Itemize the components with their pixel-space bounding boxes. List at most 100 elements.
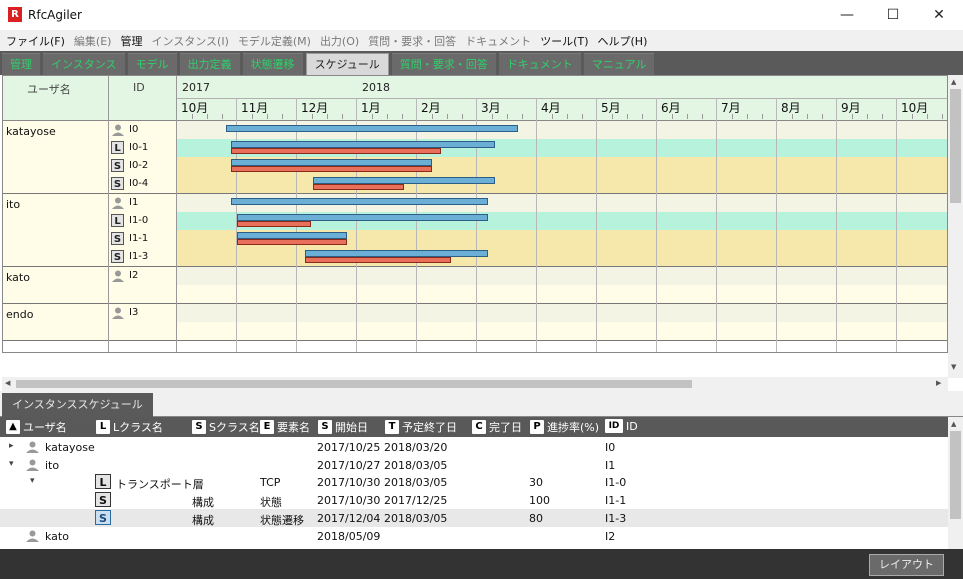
week-tick [732,114,733,119]
grid-row[interactable]: kato 2018/05/09 I2 [0,527,948,545]
grid-header: ▲ ユーザ名 L Lクラス名 S Sクラス名 E 要素名 S 開始日 T 予定終了日 C 完了日 P 進捗率(… [0,417,948,437]
actual-bar[interactable] [237,221,312,227]
actual-bar[interactable] [313,184,404,190]
grid-vertical-scrollbar[interactable]: ▲ [948,417,963,549]
week-tick [492,114,493,119]
actual-bar[interactable] [231,148,441,154]
main-tab[interactable]: ドキュメント [498,53,581,75]
scroll-right-icon[interactable]: ▶ [936,379,941,387]
id-cell-bg [109,322,177,340]
grid-scroll-up-icon[interactable]: ▲ [951,420,956,428]
menu-item[interactable]: ツール(T) [540,33,588,49]
week-tick [522,114,523,119]
user-name: endo [6,308,34,321]
column-label: 進捗率(%) [547,421,600,434]
grid-row[interactable]: ▸ katayose 2017/10/25 2018/03/20 I0 [0,438,948,456]
row-id: I1-1 [129,233,149,244]
month-label: 5月 [601,101,621,115]
plan-bar[interactable] [305,250,488,257]
expand-toggle-icon[interactable]: ▸ [9,441,14,451]
main-tab[interactable]: モデル [127,53,177,75]
main-tab[interactable]: マニュアル [583,53,655,75]
grid-row[interactable]: ▾ L トランスポート層 TCP 2017/10/30 2018/03/05 30 I1-0 [0,473,948,491]
month-grid-line [476,98,477,352]
plan-bar[interactable] [226,125,518,132]
minimize-button[interactable]: — [824,0,870,30]
month-grid-line [896,98,897,352]
grid-column-header[interactable]: L Lクラス名 [96,419,163,435]
menu-item[interactable]: インスタンス(I) [151,33,228,49]
plan-bar[interactable] [313,177,495,184]
grid-column-header[interactable]: S Sクラス名 [192,419,260,435]
scroll-up-icon[interactable]: ▲ [951,78,956,86]
menu-item[interactable]: 質問・要求・回答 [368,33,456,49]
gantt-vertical-scrollbar[interactable]: ▲ ▼ [948,75,963,378]
close-button[interactable]: ✕ [916,0,962,30]
tab-instance-schedule[interactable]: インスタンススケジュール [2,393,153,417]
element-name: 状態遷移 [260,513,304,527]
app-window: R RfcAgiler — ☐ ✕ ファイル(F) 編集(E) 管理 インスタンス(I… [0,0,963,579]
month-label: 7月 [721,101,741,115]
maximize-button[interactable]: ☐ [870,0,916,30]
instance-id: I1-1 [605,494,627,508]
person-icon [26,441,39,456]
month-grid-line [716,98,717,352]
week-tick [672,114,673,119]
gantt-hscroll-thumb[interactable] [16,380,692,388]
scroll-down-icon[interactable]: ▼ [951,363,956,371]
column-label: Sクラス名 [209,421,260,434]
actual-bar[interactable] [305,257,451,263]
plan-bar[interactable] [231,198,488,205]
grid-column-header[interactable]: S 開始日 [318,419,368,435]
progress-percent: 30 [529,476,543,490]
month-label: 8月 [781,101,801,115]
menu-item[interactable]: ヘルプ(H) [598,33,648,49]
menu-item[interactable]: ドキュメント [465,33,531,49]
grid-column-header[interactable]: T 予定終了日 [385,419,457,435]
plan-bar[interactable] [231,141,495,148]
month-grid-line [536,98,537,352]
expand-toggle-icon[interactable]: ▾ [9,459,14,469]
grid-vscroll-thumb[interactable] [950,431,961,519]
grid-column-header[interactable]: ▲ ユーザ名 [6,419,67,435]
col-line-user [108,76,109,352]
actual-bar[interactable] [237,239,348,245]
grid-row[interactable]: ▾ ito 2017/10/27 2018/03/05 I1 [0,456,948,474]
menu-item[interactable]: 管理 [120,33,142,49]
menu-item[interactable]: モデル定義(M) [238,33,311,49]
week-tick [942,114,943,119]
l-class-name: トランスポート層 [116,478,204,492]
main-tab[interactable]: 状態遷移 [242,53,303,75]
grid-column-header[interactable]: C 完了日 [472,419,522,435]
week-tick [312,114,313,119]
menu-item[interactable]: 出力(O) [320,33,359,49]
main-tab[interactable]: 質問・要求・回答 [391,53,496,75]
col-line-id [176,76,177,352]
menu-item[interactable]: ファイル(F) [6,33,65,49]
menu-bar: ファイル(F) 編集(E) 管理 インスタンス(I) モデル定義(M) 出力(O) 質問・要… [0,30,963,51]
main-tab[interactable]: 出力定義 [179,53,240,75]
grid-row[interactable]: S 構成 状態遷移 2017/12/04 2018/03/05 80 I1-3 [0,508,948,527]
column-label: 予定終了日 [402,421,457,434]
instance-id: I1-0 [605,476,627,490]
gantt-vscroll-thumb[interactable] [950,89,961,203]
main-tab[interactable]: 管理 [2,53,40,75]
person-icon [26,530,39,545]
grid-column-header[interactable]: E 要素名 [260,419,310,435]
main-tab[interactable]: インスタンス [43,53,125,75]
grid-row[interactable]: S 構成 状態 2017/10/30 2017/12/25 100 I1-1 [0,491,948,509]
month-label: 3月 [481,101,501,115]
grid-column-header[interactable]: ID ID [605,419,638,433]
plan-bar[interactable] [237,232,348,239]
gantt-horizontal-scrollbar[interactable]: ◀ ▶ [2,377,948,391]
week-tick [192,114,193,119]
plan-bar[interactable] [231,159,432,166]
expand-toggle-icon[interactable]: ▾ [30,476,35,486]
actual-bar[interactable] [231,166,432,172]
layout-button[interactable]: レイアウト [869,554,944,576]
grid-column-header[interactable]: P 進捗率(%) [530,419,599,435]
menu-item[interactable]: 編集(E) [74,33,112,49]
plan-bar[interactable] [237,214,488,221]
scroll-left-icon[interactable]: ◀ [5,379,10,387]
main-tab[interactable]: スケジュール [305,53,389,75]
